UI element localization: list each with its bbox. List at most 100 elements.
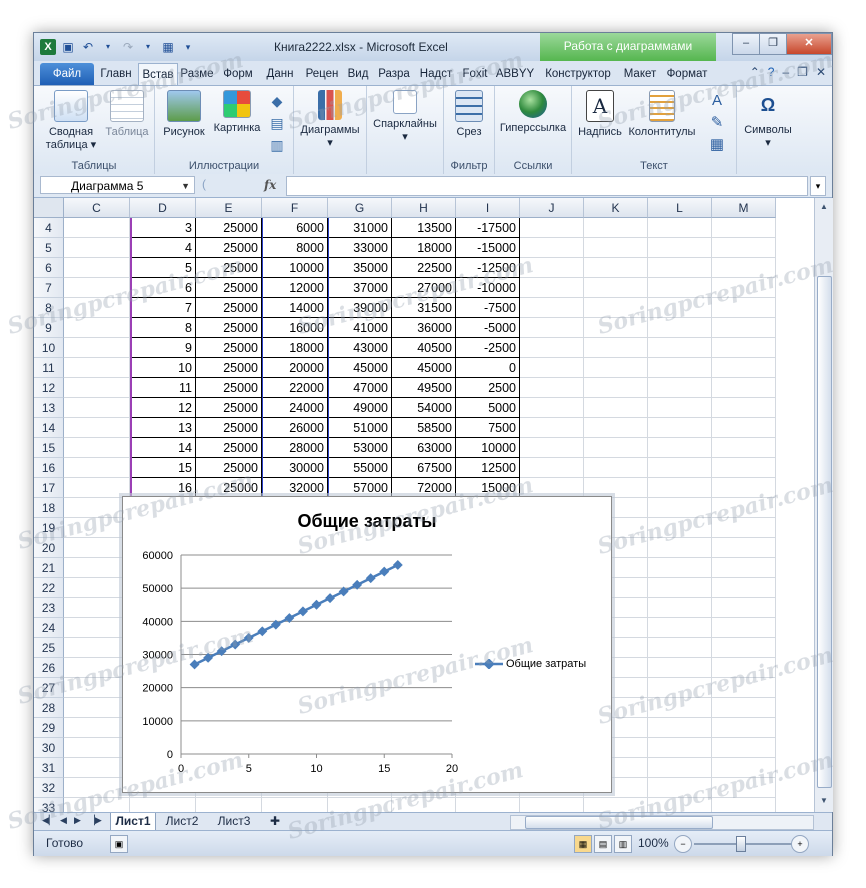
table-cell[interactable] [196, 798, 262, 812]
table-cell[interactable]: 0 [456, 358, 520, 378]
table-cell[interactable] [648, 738, 712, 758]
table-cell[interactable] [520, 798, 584, 812]
table-cell[interactable] [64, 338, 130, 358]
table-cell[interactable]: 27000 [392, 278, 456, 298]
table-cell[interactable] [648, 778, 712, 798]
table-cell[interactable] [64, 758, 130, 778]
row-header[interactable]: 17 [34, 478, 64, 498]
table-cell[interactable]: 25000 [196, 258, 262, 278]
table-cell[interactable]: 9 [130, 338, 196, 358]
table-cell[interactable] [648, 578, 712, 598]
table-cell[interactable]: 32000 [262, 478, 328, 498]
table-cell[interactable]: 13500 [392, 218, 456, 238]
table-cell[interactable]: 53000 [328, 438, 392, 458]
table-cell[interactable]: 36000 [392, 318, 456, 338]
zoom-in-icon[interactable]: + [791, 835, 809, 853]
table-cell[interactable]: 31000 [328, 218, 392, 238]
table-cell[interactable] [712, 478, 776, 498]
table-cell[interactable]: 51000 [328, 418, 392, 438]
table-cell[interactable]: 15000 [456, 478, 520, 498]
slicer-button[interactable]: Срез [448, 90, 490, 139]
table-cell[interactable]: 25000 [196, 398, 262, 418]
tab-page-layout[interactable]: Разме [178, 63, 216, 85]
tab-addins[interactable]: Надст [416, 63, 456, 85]
header-footer-button[interactable]: Колонтитулы [626, 90, 698, 139]
page-layout-view-icon[interactable]: ▤ [594, 835, 612, 853]
next-sheet-icon[interactable]: ▶ [74, 815, 81, 826]
table-cell[interactable] [648, 758, 712, 778]
table-cell[interactable] [64, 358, 130, 378]
table-cell[interactable]: 33000 [328, 238, 392, 258]
table-cell[interactable] [712, 378, 776, 398]
sparklines-button[interactable]: Спарклайны ▾ [369, 90, 441, 144]
table-cell[interactable]: -15000 [456, 238, 520, 258]
vertical-scroll-thumb[interactable] [817, 276, 832, 788]
table-cell[interactable] [456, 798, 520, 812]
row-header[interactable]: 13 [34, 398, 64, 418]
sheet-tab-2[interactable]: Лист2 [160, 813, 204, 830]
table-cell[interactable] [520, 318, 584, 338]
table-cell[interactable] [64, 638, 130, 658]
table-cell[interactable]: 15 [130, 458, 196, 478]
table-cell[interactable] [64, 578, 130, 598]
table-cell[interactable]: 3 [130, 218, 196, 238]
horizontal-scrollbar[interactable] [510, 815, 814, 830]
table-cell[interactable] [712, 398, 776, 418]
table-cell[interactable] [64, 258, 130, 278]
table-cell[interactable] [648, 418, 712, 438]
hyperlink-button[interactable]: Гиперссылка [497, 90, 569, 135]
row-header[interactable]: 8 [34, 298, 64, 318]
table-cell[interactable] [64, 418, 130, 438]
picture-button[interactable]: Рисунок [159, 90, 209, 139]
chart-plot[interactable]: 0 10000 20000 30000 40000 50000 60000 0 5 10 15 20 [123, 497, 611, 792]
table-cell[interactable] [64, 798, 130, 812]
expand-formula-icon[interactable]: ▾ [810, 176, 826, 196]
table-cell[interactable] [712, 458, 776, 478]
tab-insert[interactable]: Встав [138, 63, 178, 86]
table-cell[interactable]: 45000 [328, 358, 392, 378]
table-cell[interactable] [64, 778, 130, 798]
table-cell[interactable]: 63000 [392, 438, 456, 458]
table-cell[interactable]: 25000 [196, 298, 262, 318]
table-cell[interactable]: 25000 [196, 338, 262, 358]
table-cell[interactable] [64, 598, 130, 618]
table-cell[interactable]: 31500 [392, 298, 456, 318]
sheet-tab-3[interactable]: Лист3 [212, 813, 256, 830]
table-cell[interactable] [64, 278, 130, 298]
row-header[interactable]: 9 [34, 318, 64, 338]
table-cell[interactable]: 7 [130, 298, 196, 318]
table-cell[interactable] [520, 378, 584, 398]
table-cell[interactable] [584, 278, 648, 298]
table-cell[interactable] [712, 218, 776, 238]
column-header-d[interactable]: D [130, 198, 196, 218]
table-cell[interactable]: 12000 [262, 278, 328, 298]
tab-home[interactable]: Главн [96, 63, 136, 85]
table-cell[interactable] [648, 358, 712, 378]
table-cell[interactable]: 49000 [328, 398, 392, 418]
table-cell[interactable]: 26000 [262, 418, 328, 438]
row-header[interactable]: 23 [34, 598, 64, 618]
row-header[interactable]: 29 [34, 718, 64, 738]
table-cell[interactable]: 4 [130, 238, 196, 258]
table-cell[interactable]: 2500 [456, 378, 520, 398]
table-cell[interactable]: 7500 [456, 418, 520, 438]
table-cell[interactable] [648, 258, 712, 278]
table-cell[interactable]: 8 [130, 318, 196, 338]
formula-input[interactable] [286, 176, 808, 196]
wordart-icon[interactable]: A ✎ ▦ [702, 90, 732, 156]
table-cell[interactable]: -17500 [456, 218, 520, 238]
row-header[interactable]: 20 [34, 538, 64, 558]
table-cell[interactable] [64, 298, 130, 318]
table-cell[interactable] [262, 798, 328, 812]
textbox-button[interactable]: A Надпись [576, 90, 624, 139]
table-cell[interactable]: 8000 [262, 238, 328, 258]
dropdown-icon[interactable]: ▾ [100, 39, 116, 55]
table-cell[interactable] [520, 278, 584, 298]
dropdown-icon[interactable]: ▾ [140, 39, 156, 55]
table-cell[interactable] [712, 498, 776, 518]
scroll-up-icon[interactable]: ▲ [817, 200, 831, 214]
table-cell[interactable] [584, 218, 648, 238]
table-cell[interactable] [648, 298, 712, 318]
column-header-f[interactable]: F [262, 198, 328, 218]
row-header[interactable]: 26 [34, 658, 64, 678]
